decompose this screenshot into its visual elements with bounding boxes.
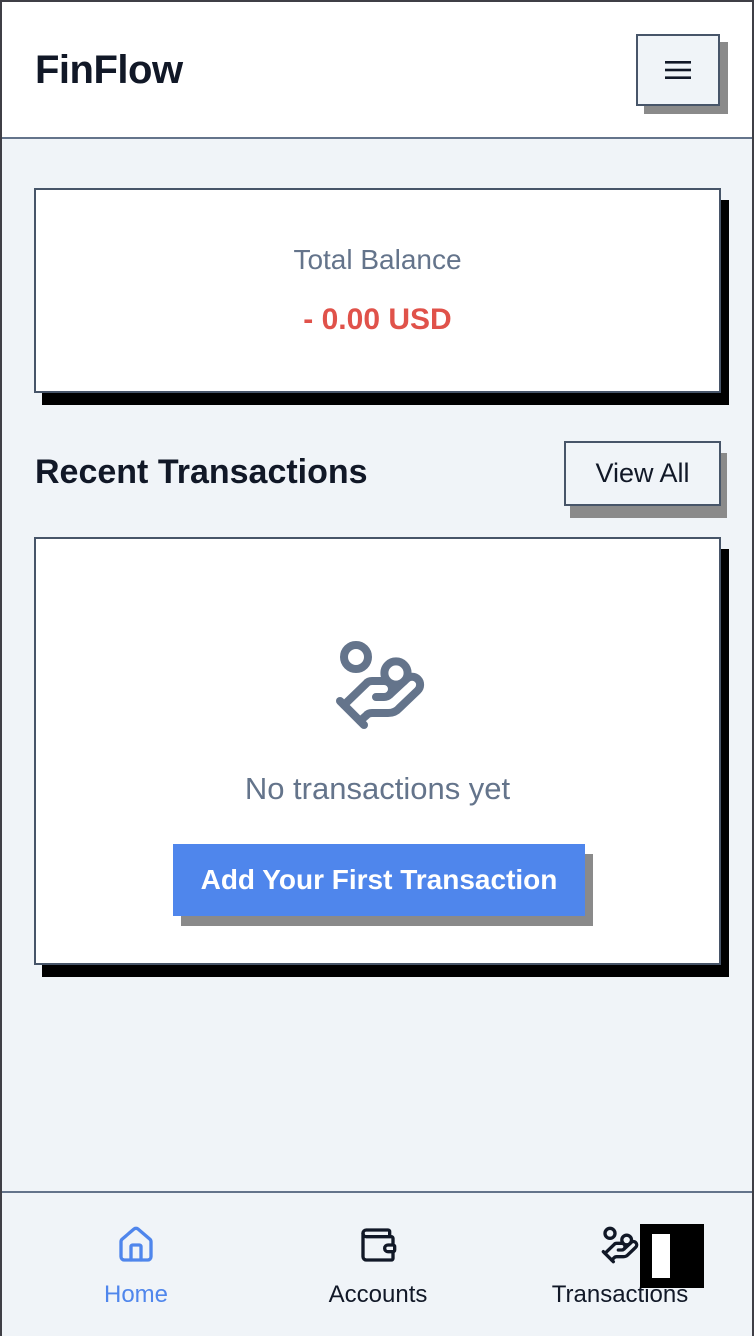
balance-value: - 0.00 USD: [303, 303, 452, 336]
app-header: FinFlow: [2, 2, 752, 139]
overlay-inner-bar: [652, 1234, 670, 1278]
redaction-overlay: [640, 1224, 704, 1288]
empty-state-text: No transactions yet: [244, 771, 511, 806]
wallet-icon: [361, 1228, 397, 1262]
view-all-button[interactable]: View All: [564, 441, 721, 506]
balance-label: Total Balance: [293, 244, 462, 275]
hamburger-menu-icon: [665, 61, 691, 79]
app-logo: FinFlow: [35, 48, 183, 92]
nav-label-home: Home: [103, 1281, 169, 1308]
hand-coins-icon: [336, 641, 425, 729]
hand-coins-icon: [601, 1226, 639, 1264]
nav-label-accounts: Accounts: [328, 1281, 428, 1308]
balance-card: Total Balance - 0.00 USD: [34, 188, 721, 393]
transactions-empty-card: No transactions yet Add Your First Trans…: [34, 537, 721, 965]
nav-item-accounts[interactable]: Accounts: [268, 1225, 488, 1315]
app-frame: FinFlow Total Balance - 0.00 USD Recent …: [0, 0, 754, 1336]
menu-button[interactable]: [636, 34, 720, 106]
recent-transactions-title: Recent Transactions: [35, 453, 368, 491]
home-icon: [119, 1226, 153, 1262]
add-first-transaction-button[interactable]: Add Your First Transaction: [173, 844, 585, 916]
nav-item-home[interactable]: Home: [26, 1225, 246, 1315]
